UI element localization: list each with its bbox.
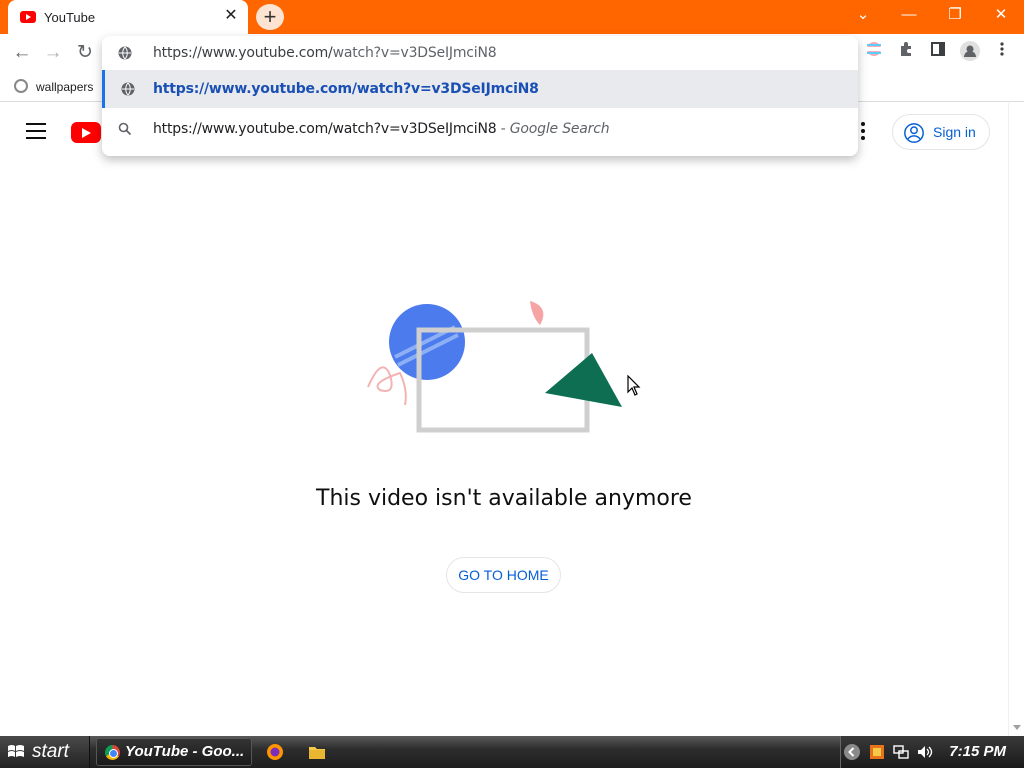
address-bar[interactable]: https://www.youtube.com/watch?v=v3DSeIJm… — [102, 36, 858, 70]
mouse-cursor-icon — [627, 375, 641, 396]
start-button[interactable]: start — [0, 736, 90, 768]
suggestion-search-text: https://www.youtube.com/watch?v=v3DSeIJm… — [153, 121, 610, 137]
bookmark-wallpapers[interactable]: wallpapers — [14, 78, 93, 98]
page-scrollbar[interactable] — [1008, 103, 1024, 736]
bookmark-globe-icon — [14, 79, 28, 93]
video-unavailable-message: This video isn't available anymore — [316, 486, 692, 511]
globe-icon — [118, 46, 132, 60]
scroll-down-arrow-icon[interactable] — [1013, 725, 1021, 730]
tab-youtube[interactable]: YouTube ✕ — [8, 0, 248, 34]
tray-app-icon[interactable] — [868, 743, 886, 761]
firefox-icon[interactable] — [266, 743, 284, 761]
windows-flag-icon — [8, 745, 24, 757]
sign-in-button[interactable]: Sign in — [892, 114, 990, 150]
minimize-button[interactable]: — — [886, 4, 932, 28]
youtube-favicon-icon — [20, 11, 36, 23]
address-bar-input[interactable]: https://www.youtube.com/watch?v=v3DSeIJm… — [153, 45, 497, 61]
chrome-menu-icon[interactable] — [990, 41, 1014, 65]
chrome-icon — [105, 745, 120, 760]
extensions-puzzle-icon[interactable] — [894, 41, 918, 65]
omnibox-suggestion-search[interactable]: https://www.youtube.com/watch?v=v3DSeIJm… — [102, 110, 858, 148]
suggestion-url-text: https://www.youtube.com/watch?v=v3DSeIJm… — [153, 81, 539, 97]
new-tab-button[interactable]: + — [256, 4, 284, 30]
reload-button[interactable]: ↻ — [72, 41, 98, 65]
taskbar-item-label: YouTube - Goo... — [125, 743, 245, 760]
omnibox-dropdown: https://www.youtube.com/watch?v=v3DSeIJm… — [102, 36, 858, 156]
restore-button[interactable]: ❐ — [932, 4, 978, 28]
globe-icon — [121, 82, 135, 96]
forward-button[interactable]: → — [40, 41, 66, 65]
close-window-button[interactable]: ✕ — [978, 4, 1024, 28]
tab-title: YouTube — [44, 10, 96, 25]
youtube-logo-icon[interactable] — [71, 122, 101, 143]
browser-titlebar: YouTube ✕ + ⌄ — ❐ ✕ — [0, 0, 1024, 34]
windows-taskbar: start YouTube - Goo... 7:15 PM — [0, 736, 1024, 768]
tab-search-icon[interactable]: ⌄ — [840, 4, 886, 28]
tab-close-icon[interactable]: ✕ — [222, 7, 240, 25]
taskbar-clock: 7:15 PM — [949, 743, 1006, 760]
folder-icon[interactable] — [308, 743, 326, 761]
omnibox-suggestion-url[interactable]: https://www.youtube.com/watch?v=v3DSeIJm… — [102, 70, 858, 108]
tray-expand-icon[interactable] — [843, 743, 861, 761]
back-button[interactable]: ← — [9, 41, 35, 65]
taskbar-item-chrome[interactable]: YouTube - Goo... — [96, 738, 252, 766]
network-icon[interactable] — [892, 743, 910, 761]
side-panel-icon[interactable] — [926, 41, 950, 65]
profile-avatar-icon[interactable] — [958, 41, 982, 65]
user-circle-icon — [904, 123, 924, 143]
sign-in-label: Sign in — [933, 124, 976, 140]
video-unavailable-illustration — [367, 301, 622, 433]
system-tray: 7:15 PM — [840, 736, 1024, 768]
profile-flag-icon[interactable] — [862, 41, 886, 65]
start-label: start — [32, 741, 69, 762]
menu-hamburger-icon[interactable] — [26, 123, 46, 139]
search-icon — [118, 122, 132, 136]
volume-icon[interactable] — [916, 743, 934, 761]
go-to-home-button[interactable]: GO TO HOME — [446, 557, 561, 593]
bookmark-label: wallpapers — [36, 80, 94, 94]
more-options-icon[interactable] — [858, 122, 868, 142]
